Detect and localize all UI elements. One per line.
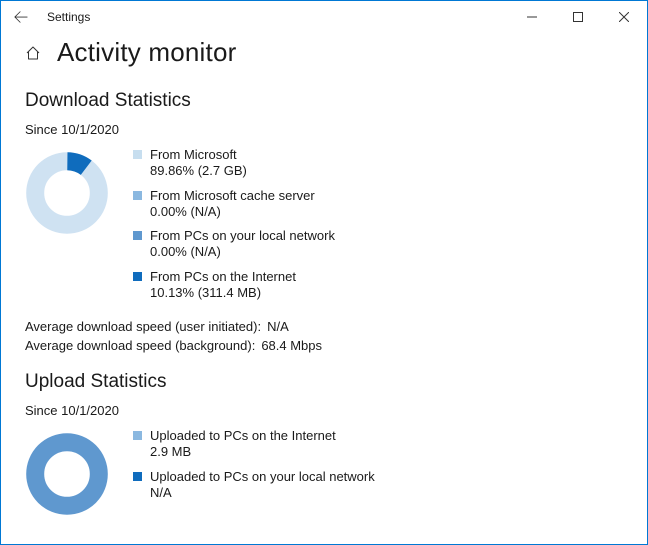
home-icon <box>25 45 43 61</box>
download-section-title: Download Statistics <box>25 90 623 112</box>
window-controls <box>509 1 647 33</box>
download-since: Since 10/1/2020 <box>25 122 623 137</box>
legend-item-cache: From Microsoft cache server 0.00% (N/A) <box>133 188 335 221</box>
legend-label: Uploaded to PCs on the Internet <box>150 428 336 444</box>
upload-legend: Uploaded to PCs on the Internet 2.9 MB U… <box>133 426 375 501</box>
avg-label: Average download speed (user initiated): <box>25 319 261 334</box>
upload-section-title: Upload Statistics <box>25 371 623 393</box>
content-area: Activity monitor Download Statistics Sin… <box>1 33 647 519</box>
avg-value: 68.4 Mbps <box>261 338 322 353</box>
swatch-icon <box>133 231 142 240</box>
avg-speed-background: Average download speed (background): 68.… <box>25 338 623 353</box>
legend-value: N/A <box>150 485 375 501</box>
swatch-icon <box>133 150 142 159</box>
legend-item-local: From PCs on your local network 0.00% (N/… <box>133 228 335 261</box>
legend-item-internet: From PCs on the Internet 10.13% (311.4 M… <box>133 269 335 302</box>
title-bar: Settings <box>1 1 647 33</box>
upload-since: Since 10/1/2020 <box>25 403 623 418</box>
avg-speed-user: Average download speed (user initiated):… <box>25 319 623 334</box>
legend-label: From Microsoft <box>150 147 247 163</box>
maximize-button[interactable] <box>555 1 601 33</box>
swatch-icon <box>133 191 142 200</box>
close-button[interactable] <box>601 1 647 33</box>
legend-item-upload-internet: Uploaded to PCs on the Internet 2.9 MB <box>133 428 375 461</box>
avg-value: N/A <box>267 319 289 334</box>
upload-stats: Uploaded to PCs on the Internet 2.9 MB U… <box>25 426 623 519</box>
page-header: Activity monitor <box>25 37 623 68</box>
legend-item-microsoft: From Microsoft 89.86% (2.7 GB) <box>133 147 335 180</box>
download-stats: From Microsoft 89.86% (2.7 GB) From Micr… <box>25 145 623 301</box>
download-donut-chart <box>25 145 111 238</box>
avg-label: Average download speed (background): <box>25 338 255 353</box>
swatch-icon <box>133 272 142 281</box>
arrow-left-icon <box>14 10 28 24</box>
legend-value: 10.13% (311.4 MB) <box>150 285 296 301</box>
swatch-icon <box>133 472 142 481</box>
upload-donut-chart <box>25 426 111 519</box>
download-legend: From Microsoft 89.86% (2.7 GB) From Micr… <box>133 145 335 301</box>
legend-value: 0.00% (N/A) <box>150 204 315 220</box>
legend-value: 0.00% (N/A) <box>150 244 335 260</box>
legend-label: From PCs on the Internet <box>150 269 296 285</box>
legend-value: 89.86% (2.7 GB) <box>150 163 247 179</box>
legend-label: Uploaded to PCs on your local network <box>150 469 375 485</box>
minimize-button[interactable] <box>509 1 555 33</box>
maximize-icon <box>573 12 583 22</box>
window-title: Settings <box>47 10 509 24</box>
back-button[interactable] <box>7 1 35 33</box>
legend-label: From PCs on your local network <box>150 228 335 244</box>
legend-value: 2.9 MB <box>150 444 336 460</box>
minimize-icon <box>527 12 537 22</box>
swatch-icon <box>133 431 142 440</box>
page-title: Activity monitor <box>57 37 236 68</box>
close-icon <box>619 12 629 22</box>
legend-item-upload-local: Uploaded to PCs on your local network N/… <box>133 469 375 502</box>
legend-label: From Microsoft cache server <box>150 188 315 204</box>
